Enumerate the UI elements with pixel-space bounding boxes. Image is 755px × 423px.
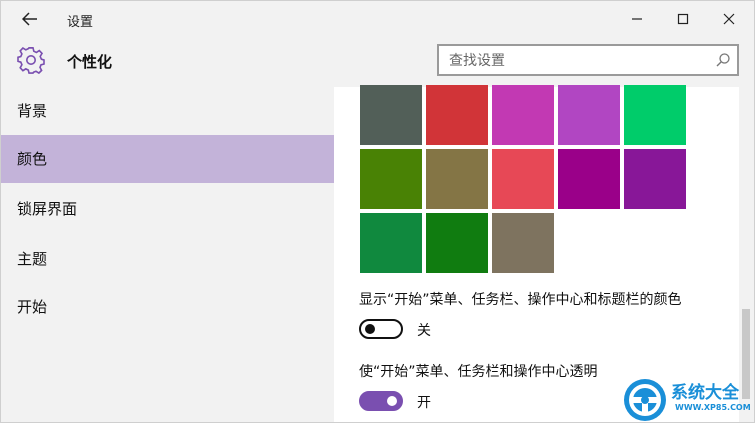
search-input[interactable] (447, 50, 711, 72)
page-header: 个性化 (1, 37, 754, 87)
window-title: 设置 (67, 15, 94, 30)
toggle-knob (387, 396, 397, 406)
sidebar-item-start[interactable]: 开始 (1, 283, 334, 331)
show-color-toggle[interactable] (359, 319, 403, 339)
show-color-state: 关 (417, 323, 431, 339)
watermark-name: 系统大全 (671, 383, 739, 403)
sidebar-item-lock-screen[interactable]: 锁屏界面 (1, 185, 334, 233)
accent-color-swatch[interactable] (558, 149, 620, 209)
maximize-icon (677, 13, 689, 25)
gear-icon (17, 47, 45, 74)
watermark-url: WWW.XP85.COM (675, 403, 751, 412)
close-button[interactable] (706, 1, 752, 37)
page-title: 个性化 (67, 53, 113, 71)
accent-color-swatch[interactable] (492, 149, 554, 209)
settings-window: 设置 个性化 查找设置 背景 颜色 锁屏界面 主题 开始 显示“开始”菜单、任务… (0, 0, 755, 423)
sidebar-item-background[interactable]: 背景 (1, 87, 334, 135)
maximize-button[interactable] (660, 1, 706, 37)
accent-color-swatch[interactable] (426, 213, 488, 273)
accent-color-swatch[interactable] (360, 213, 422, 273)
minimize-button[interactable] (614, 1, 660, 37)
watermark: 系统大全 WWW.XP85.COM (623, 373, 754, 422)
search-icon[interactable] (715, 52, 731, 68)
back-button[interactable] (15, 7, 45, 31)
close-icon (723, 13, 735, 25)
accent-color-swatch[interactable] (426, 149, 488, 209)
accent-color-swatch[interactable] (624, 149, 686, 209)
sidebar-item-themes[interactable]: 主题 (1, 235, 334, 283)
watermark-logo-icon (624, 379, 666, 421)
sidebar: 背景 颜色 锁屏界面 主题 开始 (1, 87, 334, 422)
transparency-label: 使“开始”菜单、任务栏和操作中心透明 (359, 364, 598, 380)
accent-color-swatch[interactable] (360, 85, 422, 145)
transparency-state: 开 (417, 395, 431, 411)
show-color-label: 显示“开始”菜单、任务栏、操作中心和标题栏的颜色 (359, 292, 682, 308)
accent-color-swatch[interactable] (492, 213, 554, 273)
back-arrow-icon (22, 12, 37, 26)
accent-color-swatch[interactable] (624, 85, 686, 145)
accent-color-swatch[interactable] (492, 85, 554, 145)
transparency-toggle[interactable] (359, 391, 403, 411)
sidebar-item-colors[interactable]: 颜色 (1, 135, 334, 183)
title-bar: 设置 (1, 1, 754, 37)
accent-color-swatch[interactable] (426, 85, 488, 145)
accent-color-swatch[interactable] (558, 85, 620, 145)
toggle-knob (365, 324, 375, 334)
minimize-icon (632, 18, 642, 20)
search-box[interactable] (437, 44, 739, 76)
accent-color-swatch[interactable] (360, 149, 422, 209)
